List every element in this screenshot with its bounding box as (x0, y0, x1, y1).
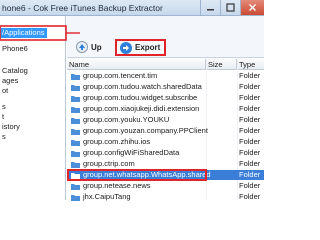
up-button[interactable]: Up (73, 40, 105, 54)
tree-item-catalog[interactable]: Catalog (2, 66, 28, 76)
row-name: group.com.youzan.company.PPClient (83, 126, 208, 135)
tree-item-s2[interactable]: s (2, 132, 6, 142)
table-row[interactable]: group.com.youzan.company.PPClient Folder (67, 126, 264, 136)
export-icon (120, 41, 132, 54)
minimize-icon[interactable] (200, 0, 220, 15)
folder-icon (71, 195, 80, 201)
folder-icon (71, 74, 80, 80)
folder-icon (71, 107, 80, 113)
folder-tree: /Applications Phone6 Catalog ages ot s t… (0, 16, 66, 200)
row-type: Folder (239, 82, 261, 91)
table-header: Name Size Type (67, 59, 264, 70)
export-button[interactable]: Export (115, 39, 166, 56)
up-arrow-icon (76, 41, 88, 53)
title-bar: hone6 - Cok Free iTunes Backup Extractor (0, 0, 264, 16)
table-row[interactable]: group.com.youku.YOUKU Folder (67, 115, 264, 125)
table-row[interactable]: group.ctrip.com Folder (67, 159, 264, 169)
row-name: group.com.tudou.watch.sharedData (83, 82, 202, 91)
tree-item-s[interactable]: s (2, 102, 6, 112)
row-name: group.com.tudou.widget.subscribe (83, 93, 198, 102)
column-type[interactable]: Type (237, 59, 264, 70)
row-type: Folder (239, 93, 261, 102)
row-type: Folder (239, 170, 261, 179)
row-type: Folder (239, 159, 261, 168)
row-name: group.com.youku.YOUKU (83, 115, 170, 124)
up-label: Up (91, 42, 102, 52)
table-row[interactable]: group.com.tudou.watch.sharedData Folder (67, 82, 264, 92)
tree-item-phone[interactable]: Phone6 (2, 44, 28, 54)
folder-icon (71, 118, 80, 124)
selected-row-highlight (67, 169, 207, 181)
tree-item-ot[interactable]: ot (2, 86, 8, 96)
export-label: Export (135, 43, 161, 52)
row-name: jhx.CaipuTang (83, 192, 131, 201)
row-name: group.netease.news (83, 181, 151, 190)
table-row[interactable]: group.com.zhihu.ios Folder (67, 137, 264, 147)
table-row[interactable]: group.netease.news Folder (67, 181, 264, 191)
row-type: Folder (239, 148, 261, 157)
row-name: group.ctrip.com (83, 159, 135, 168)
tree-item-t[interactable]: t (2, 112, 4, 122)
folder-icon (71, 184, 80, 190)
window-title: hone6 - Cok Free iTunes Backup Extractor (2, 3, 163, 13)
column-name[interactable]: Name (67, 59, 206, 70)
row-name: group.com.xiaojukeji.didi.extension (83, 104, 200, 113)
table-row[interactable]: jhx.CaipuTang Folder (67, 192, 264, 202)
toolbar: Up Export (67, 16, 264, 58)
row-type: Folder (239, 181, 261, 190)
column-size[interactable]: Size (206, 59, 237, 70)
maximize-icon[interactable] (220, 0, 240, 15)
row-type: Folder (239, 115, 261, 124)
window-controls (200, 0, 264, 15)
folder-icon (71, 129, 80, 135)
tree-item-applications[interactable]: /Applications (0, 28, 47, 38)
folder-icon (71, 151, 80, 157)
table-row[interactable]: group.com.xiaojukeji.didi.extension Fold… (67, 104, 264, 114)
table-row[interactable]: group.com.tencent.tim Folder (67, 71, 264, 81)
tree-item-history[interactable]: istory (2, 122, 20, 132)
tree-item-images[interactable]: ages (2, 76, 18, 86)
row-type: Folder (239, 126, 261, 135)
table-row[interactable]: group.com.tudou.widget.subscribe Folder (67, 93, 264, 103)
folder-icon (71, 140, 80, 146)
row-type: Folder (239, 137, 261, 146)
close-icon[interactable] (240, 0, 264, 15)
folder-icon (71, 85, 80, 91)
row-type: Folder (239, 71, 261, 80)
row-name: group.com.tencent.tim (83, 71, 158, 80)
table-row[interactable]: group.configWiFiSharedData Folder (67, 148, 264, 158)
row-name: group.configWiFiSharedData (83, 148, 180, 157)
row-name: group.com.zhihu.ios (83, 137, 151, 146)
row-type: Folder (239, 192, 261, 201)
folder-icon (71, 96, 80, 102)
folder-icon (71, 162, 80, 168)
row-type: Folder (239, 104, 261, 113)
